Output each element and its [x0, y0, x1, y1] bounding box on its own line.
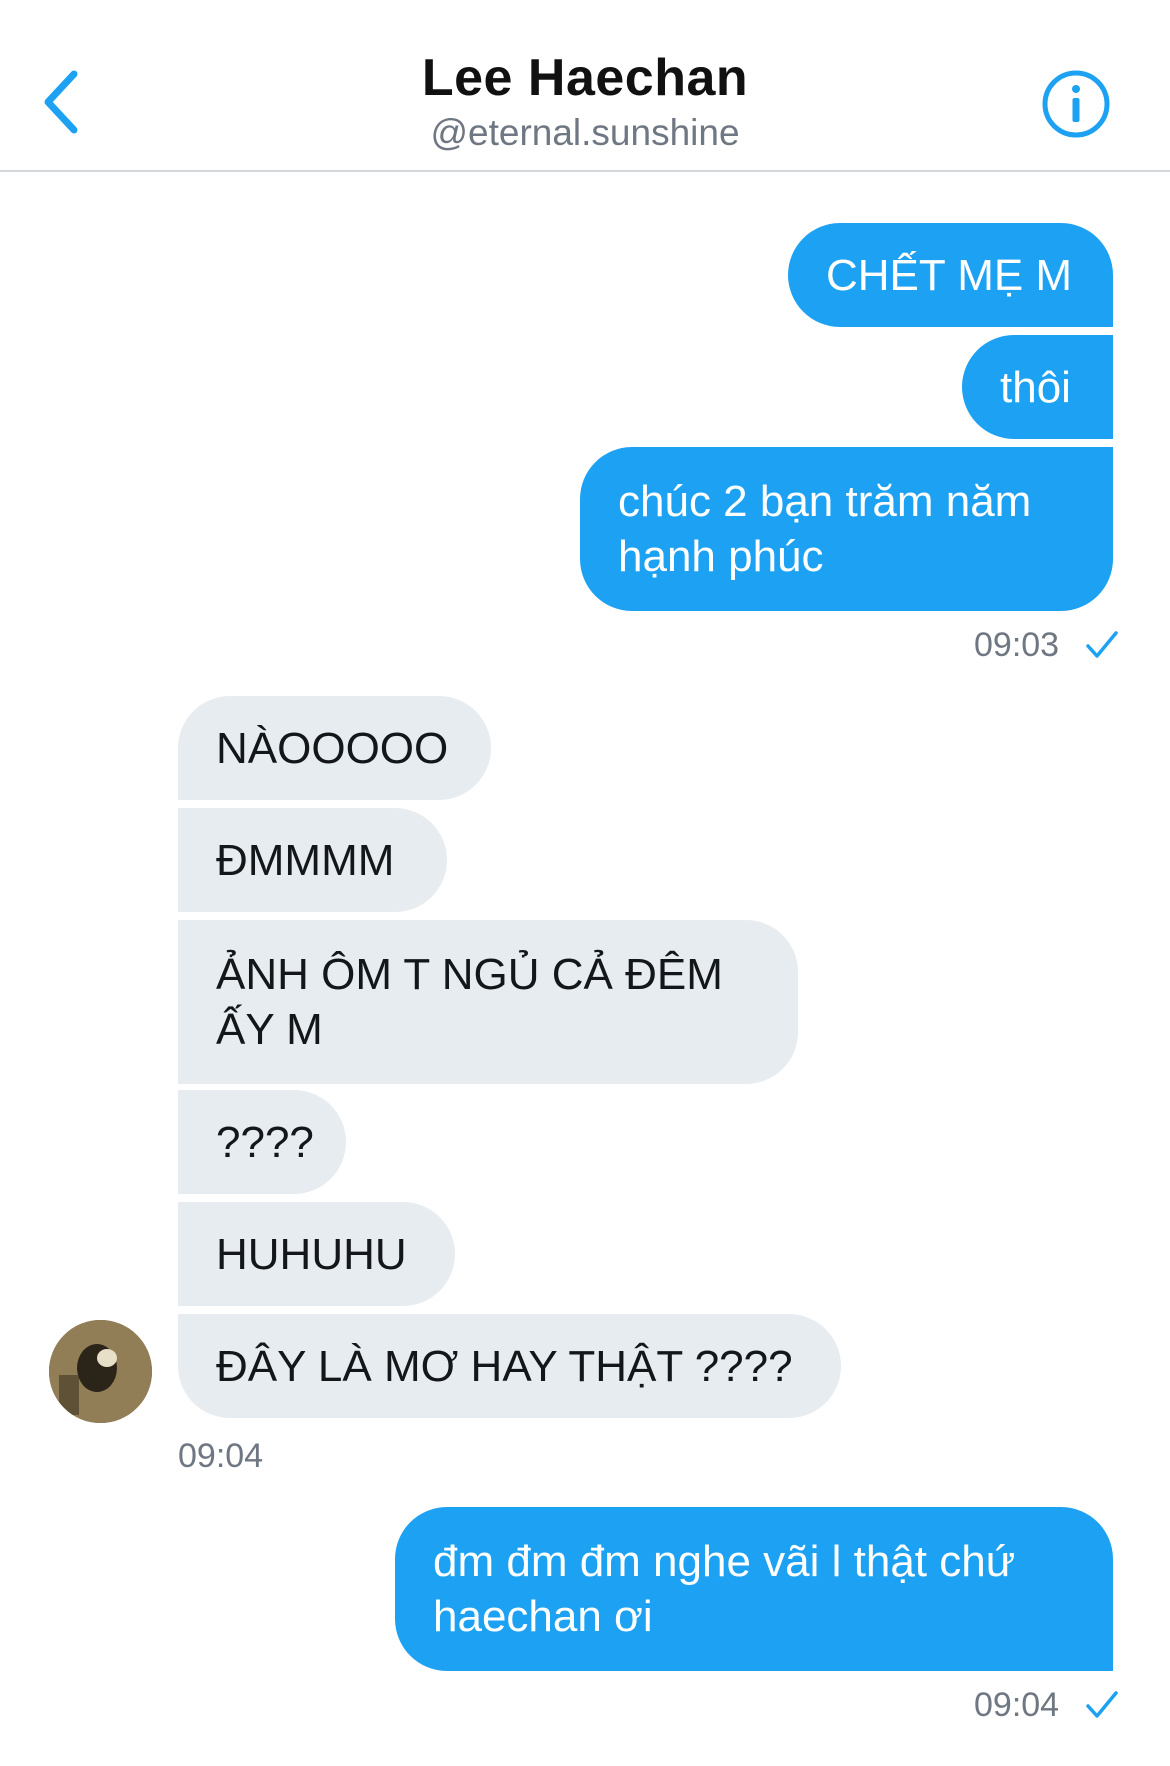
conversation-header: Lee Haechan @eternal.sunshine [0, 0, 1170, 172]
message-timestamp: 09:04 [178, 1437, 264, 1475]
contact-handle[interactable]: @eternal.sunshine [0, 112, 1170, 154]
avatar[interactable] [49, 1320, 152, 1423]
message-bubble-outgoing[interactable]: CHẾT MẸ M [788, 223, 1113, 327]
contact-name[interactable]: Lee Haechan [0, 48, 1170, 108]
message-timestamp: 09:04 [974, 1686, 1060, 1724]
message-bubble-incoming[interactable]: ĐMMMM [178, 808, 447, 912]
message-bubble-incoming[interactable]: ĐÂY LÀ MƠ HAY THẬT ???? [178, 1314, 841, 1418]
avatar-photo [49, 1320, 152, 1423]
info-button[interactable] [1040, 68, 1112, 140]
message-bubble-outgoing[interactable]: chúc 2 bạn trăm năm hạnh phúc [580, 447, 1113, 611]
message-bubble-incoming[interactable]: NÀOOOOO [178, 696, 491, 800]
checkmark-icon [1086, 631, 1118, 658]
info-icon [1042, 70, 1110, 138]
message-bubble-incoming[interactable]: HUHUHU [178, 1202, 455, 1306]
message-timestamp: 09:03 [974, 626, 1060, 664]
message-bubble-outgoing[interactable]: đm đm đm nghe vãi l thật chứ haechan ơi [395, 1507, 1113, 1671]
message-bubble-incoming[interactable]: ẢNH ÔM T NGỦ CẢ ĐÊM ẤY M [178, 920, 798, 1084]
checkmark-icon [1086, 1691, 1118, 1718]
message-bubble-outgoing[interactable]: thôi [962, 335, 1113, 439]
message-bubble-incoming[interactable]: ???? [178, 1090, 346, 1194]
